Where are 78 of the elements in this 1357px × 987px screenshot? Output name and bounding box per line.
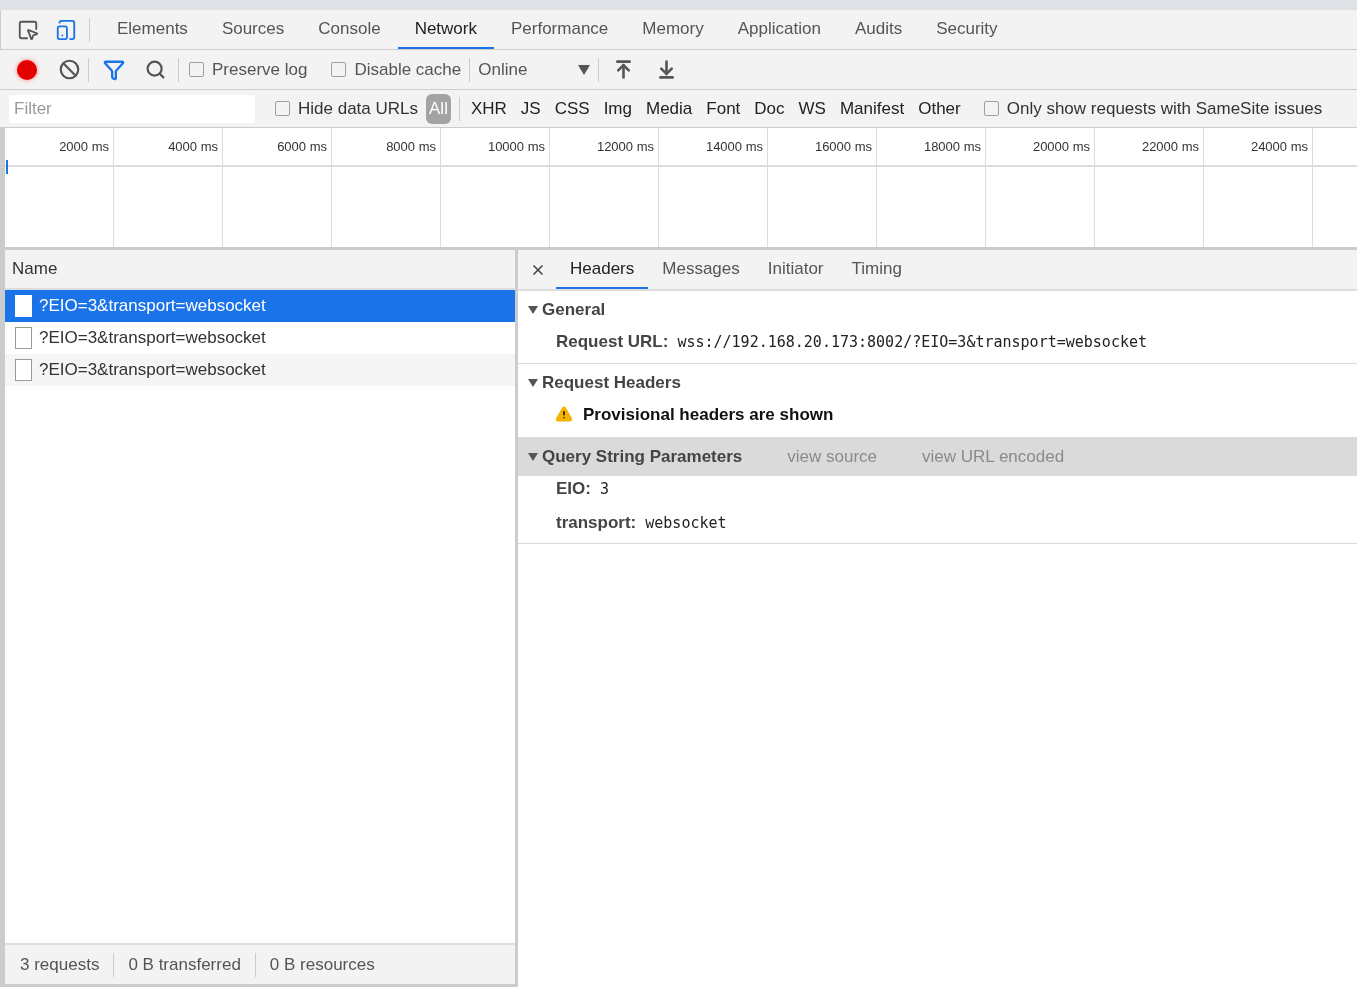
panel-tab[interactable]: Console (301, 10, 398, 49)
type-filter[interactable]: Media (643, 93, 696, 124)
warning-text: Provisional headers are shown (583, 403, 834, 426)
time-tick-label: 6000 ms (277, 137, 327, 156)
panel-tab[interactable]: Audits (837, 10, 920, 49)
header-key: transport: (556, 509, 637, 535)
type-filter[interactable]: Manifest (836, 93, 908, 124)
time-tick-label: 12000 ms (596, 137, 654, 156)
type-filter[interactable]: CSS (551, 93, 593, 124)
type-filter[interactable]: Doc (751, 93, 788, 124)
panel-tab[interactable]: Elements (100, 10, 205, 49)
checkbox-label: Hide data URLs (298, 97, 418, 120)
detail-tab[interactable]: Initiator (753, 250, 838, 289)
time-tick-label: 24000 ms (1250, 137, 1308, 156)
expanded-triangle-icon (528, 306, 538, 314)
header-value: websocket (645, 512, 727, 534)
request-name: ?EIO=3&transport=websocket (39, 359, 266, 382)
panel-tab[interactable]: Application (720, 10, 838, 49)
file-icon (15, 295, 32, 317)
panel-tab[interactable]: Sources (204, 10, 302, 49)
status-text: 0 B resources (269, 953, 375, 976)
header-key: Request URL: (556, 329, 669, 355)
type-filter[interactable]: Img (600, 93, 635, 124)
time-tick-label: 22000 ms (1141, 137, 1199, 156)
time-tick-label: 14000 ms (705, 137, 763, 156)
section-header[interactable]: General (518, 291, 1357, 329)
panel-tab[interactable]: Performance (494, 10, 626, 49)
checkbox[interactable] (275, 101, 290, 116)
device-icon[interactable] (55, 18, 77, 41)
section-title: Query String Parameters (542, 446, 743, 469)
panel-tab[interactable]: Security (919, 10, 1015, 49)
file-icon (15, 359, 32, 381)
request-marker (6, 160, 8, 174)
request-name: ?EIO=3&transport=websocket (39, 295, 266, 318)
inspect-icon[interactable] (17, 18, 39, 41)
type-filter[interactable]: Font (703, 93, 744, 124)
checkbox-label: Preserve log (212, 58, 308, 81)
time-tick-label: 10000 ms (487, 137, 545, 156)
type-filter[interactable]: XHR (467, 93, 510, 124)
type-filter[interactable]: Other (915, 93, 964, 124)
detail-tab[interactable]: Messages (648, 250, 754, 289)
time-tick-label: 16000 ms (814, 137, 872, 156)
detail-tab[interactable]: Headers (556, 250, 649, 289)
status-text: 0 B transferred (128, 953, 241, 976)
checkbox-label: Disable cache (354, 58, 462, 81)
time-tick-label: 18000 ms (923, 137, 981, 156)
checkbox[interactable] (331, 62, 347, 77)
filter-field[interactable]: Filter (9, 94, 255, 123)
header-value: 3 (599, 479, 609, 500)
expanded-triangle-icon (528, 453, 538, 461)
filter-icon[interactable] (103, 58, 125, 81)
request-row[interactable]: ?EIO=3&transport=websocket (5, 354, 515, 386)
section-header[interactable]: Request Headers (518, 363, 1357, 402)
time-tick-label: 8000 ms (386, 137, 436, 156)
header-key: EIO: (556, 476, 591, 502)
time-tick-label: 20000 ms (1032, 137, 1090, 156)
status-text: 3 requests (20, 953, 100, 976)
section-title: General (542, 299, 606, 322)
column-header[interactable]: Name (12, 256, 58, 282)
checkbox-label: Only show requests with SameSite issues (1006, 97, 1323, 120)
checkbox[interactable] (189, 62, 204, 77)
warning-icon (555, 405, 573, 424)
section-title: Request Headers (542, 371, 681, 394)
checkbox[interactable] (983, 101, 999, 116)
expanded-triangle-icon (528, 378, 538, 387)
time-tick-label: 2000 ms (59, 137, 109, 156)
request-row[interactable]: ?EIO=3&transport=websocket (5, 290, 515, 322)
request-name: ?EIO=3&transport=websocket (39, 327, 266, 350)
type-filter[interactable]: WS (795, 93, 829, 124)
clear-icon[interactable] (59, 59, 80, 80)
search-icon[interactable] (145, 59, 166, 80)
time-tick-label: 4000 ms (168, 137, 218, 156)
panel-tab[interactable]: Memory (625, 10, 721, 49)
header-value: wss://192.168.20.173:8002/?EIO=3&transport=websocket (677, 332, 1147, 353)
type-filter[interactable]: JS (517, 93, 544, 124)
file-icon (15, 327, 32, 349)
record-button[interactable] (17, 59, 37, 80)
detail-tab[interactable]: Timing (837, 250, 916, 289)
